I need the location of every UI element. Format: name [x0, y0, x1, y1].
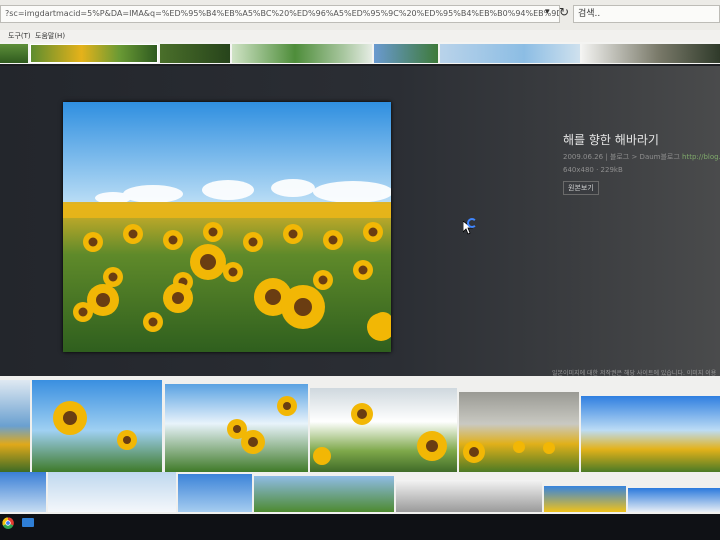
taskbar-app-icon[interactable]: [22, 518, 34, 527]
top-thumbnail[interactable]: [582, 44, 720, 63]
reload-icon[interactable]: ↻: [559, 5, 569, 19]
thumbnail[interactable]: [178, 474, 252, 512]
thumbnail[interactable]: [254, 476, 394, 512]
top-thumbnail[interactable]: [232, 44, 372, 63]
image-source-link[interactable]: http://blog.daum: [682, 153, 720, 161]
top-thumbnail-strip: [0, 42, 720, 64]
start-orb-icon[interactable]: [2, 517, 14, 529]
browser-address-bar: ?sc=imgdartmacid=5%P&DA=IMA&q=%ED%95%B4%…: [0, 0, 720, 31]
menu-tools[interactable]: 도구(T): [8, 31, 31, 41]
url-field[interactable]: ?sc=imgdartmacid=5%P&DA=IMA&q=%ED%95%B4%…: [0, 5, 560, 23]
image-date: 2009.06.26: [563, 153, 604, 161]
top-thumbnail[interactable]: [0, 44, 28, 63]
thumbnail-sunflower: [53, 401, 137, 450]
sunflower-field-picture: [63, 102, 391, 352]
thumbnail[interactable]: [628, 488, 720, 512]
taskbar: [0, 514, 720, 540]
menu-bar: 도구(T) 도움말(H): [0, 30, 720, 42]
search-input[interactable]: 검색..: [573, 5, 720, 23]
view-original-button[interactable]: 원본보기: [563, 181, 599, 195]
image-title: 해를 향한 해바라기: [563, 133, 659, 147]
thumbnail[interactable]: [165, 384, 308, 472]
busy-spinner-icon: [467, 218, 477, 228]
dropdown-icon[interactable]: ▾: [545, 7, 550, 17]
top-thumbnail-selected[interactable]: [30, 44, 158, 63]
thumbnail[interactable]: [310, 388, 457, 472]
thumbnail[interactable]: [48, 472, 176, 512]
image-size: 640x480 · 229kB: [563, 166, 623, 174]
top-thumbnail[interactable]: [374, 44, 438, 63]
thumbnail-grid: [0, 376, 720, 516]
image-source[interactable]: 블로그 > Daum블로그: [610, 153, 680, 161]
image-meta: 2009.06.26 | 블로그 > Daum블로그 http://blog.d…: [563, 152, 720, 162]
thumbnail-sunflower: [463, 441, 555, 463]
thumbnail[interactable]: [0, 380, 30, 472]
thumbnail[interactable]: [544, 486, 626, 512]
thumbnail[interactable]: [459, 392, 579, 472]
top-thumbnail[interactable]: [440, 44, 580, 63]
thumbnail-sunflower: [313, 403, 447, 465]
meta-separator: |: [605, 153, 608, 161]
thumbnail[interactable]: [581, 396, 720, 472]
top-thumbnail[interactable]: [160, 44, 230, 63]
thumbnail-sunflower: [227, 396, 297, 454]
main-sunflower-image[interactable]: [63, 102, 391, 352]
thumbnail[interactable]: [0, 472, 46, 512]
thumbnail[interactable]: [32, 380, 162, 472]
menu-help[interactable]: 도움말(H): [35, 31, 65, 41]
thumbnail[interactable]: [396, 480, 542, 512]
